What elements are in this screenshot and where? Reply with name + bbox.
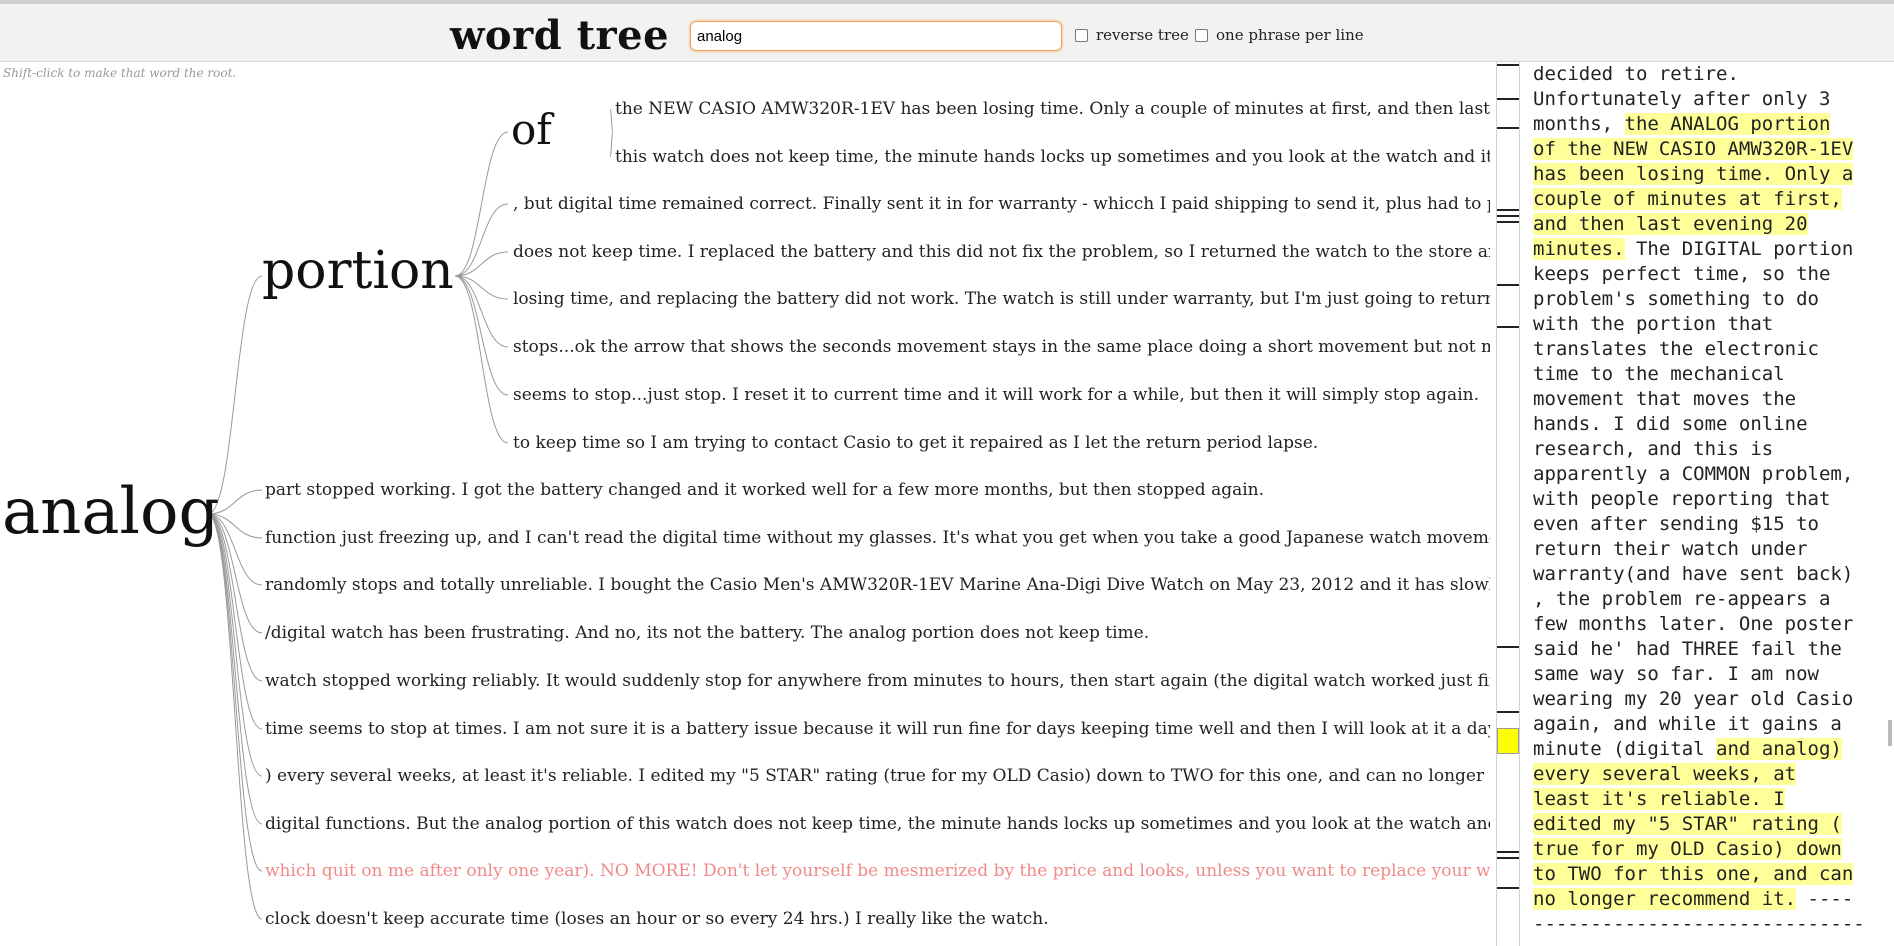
word-tree: analog portion of the NEW CASIO AMW320R-… <box>0 62 1490 946</box>
toolbar: word tree reverse tree one phrase per li… <box>0 0 1894 62</box>
phrase-leaf[interactable]: time seems to stop at times. I am not su… <box>265 718 1490 740</box>
phrase-leaf[interactable]: which quit on me after only one year). N… <box>265 860 1490 882</box>
tree-branch-line <box>207 513 263 872</box>
phrase-leaf[interactable]: the NEW CASIO AMW320R-1EV has been losin… <box>615 98 1490 120</box>
doc-scrollbar-thumb[interactable] <box>1888 720 1892 746</box>
tree-branch-line <box>609 108 614 133</box>
document-text-panel: decided to retire. Unfortunately after o… <box>1520 62 1886 946</box>
document-minimap[interactable] <box>1496 62 1520 946</box>
tree-branch-line <box>454 275 509 444</box>
phrase-leaf[interactable]: part stopped working. I got the battery … <box>265 479 1490 501</box>
phrase-leaf[interactable]: /digital watch has been frustrating. And… <box>265 622 1490 644</box>
minimap-match-tick[interactable] <box>1497 98 1519 100</box>
reverse-tree-label: reverse tree <box>1096 26 1189 44</box>
tree-branch-line <box>454 251 509 277</box>
minimap-current-position[interactable] <box>1497 728 1519 754</box>
phrase-leaf[interactable]: losing time, and replacing the battery d… <box>513 288 1490 310</box>
reverse-tree-option[interactable]: reverse tree <box>1075 26 1189 44</box>
document-text: The DIGITAL portion keeps perfect time, … <box>1533 238 1854 760</box>
minimap-match-tick[interactable] <box>1497 887 1519 889</box>
minimap-match-tick[interactable] <box>1497 209 1519 211</box>
tree-branch-line <box>609 131 614 158</box>
minimap-match-tick[interactable] <box>1497 326 1519 328</box>
phrase-leaf[interactable]: randomly stops and totally unreliable. I… <box>265 574 1490 596</box>
phrase-leaf[interactable]: does not keep time. I replaced the batte… <box>513 241 1490 263</box>
tree-branch-line <box>454 203 509 277</box>
minimap-match-tick[interactable] <box>1497 711 1519 713</box>
phrase-leaf[interactable]: watch stopped working reliably. It would… <box>265 670 1490 692</box>
minimap-match-tick[interactable] <box>1497 857 1519 859</box>
minimap-match-tick[interactable] <box>1497 215 1519 217</box>
search-input[interactable] <box>690 21 1062 51</box>
root-word-analog[interactable]: analog <box>2 480 220 544</box>
tree-branch-line <box>454 275 509 396</box>
minimap-match-tick[interactable] <box>1497 646 1519 648</box>
one-phrase-checkbox[interactable] <box>1195 28 1208 42</box>
phrase-leaf[interactable]: ) every several weeks, at least it's rel… <box>265 765 1490 787</box>
phrase-leaf[interactable]: , but digital time remained correct. Fin… <box>513 193 1490 215</box>
phrase-leaf[interactable]: seems to stop...just stop. I reset it to… <box>513 384 1490 406</box>
tree-branch-line <box>454 275 509 300</box>
branch-word-of[interactable]: of <box>511 109 552 151</box>
tree-branch-line <box>207 513 263 777</box>
phrase-leaf[interactable]: function just freezing up, and I can't r… <box>265 527 1490 549</box>
branch-word-portion[interactable]: portion <box>262 245 454 297</box>
app-title: word tree <box>450 12 670 59</box>
tree-branch-line <box>454 131 509 277</box>
minimap-match-tick[interactable] <box>1497 284 1519 286</box>
tree-branch-line <box>207 513 263 825</box>
phrase-leaf[interactable]: to keep time so I am trying to contact C… <box>513 432 1490 454</box>
phrase-leaf[interactable]: this watch does not keep time, the minut… <box>615 146 1490 168</box>
minimap-match-tick[interactable] <box>1497 64 1519 66</box>
phrase-leaf[interactable]: stops...ok the arrow that shows the seco… <box>513 336 1490 358</box>
phrase-leaf[interactable]: clock doesn't keep accurate time (loses … <box>265 908 1490 930</box>
minimap-match-tick[interactable] <box>1497 221 1519 223</box>
minimap-match-tick[interactable] <box>1497 127 1519 129</box>
phrase-leaf[interactable]: digital functions. But the analog portio… <box>265 813 1490 835</box>
highlighted-passage: and analog) every several weeks, at leas… <box>1533 738 1854 910</box>
one-phrase-label: one phrase per line <box>1216 26 1364 44</box>
minimap-match-tick[interactable] <box>1497 851 1519 853</box>
one-phrase-option[interactable]: one phrase per line <box>1195 26 1364 44</box>
reverse-tree-checkbox[interactable] <box>1075 28 1088 42</box>
